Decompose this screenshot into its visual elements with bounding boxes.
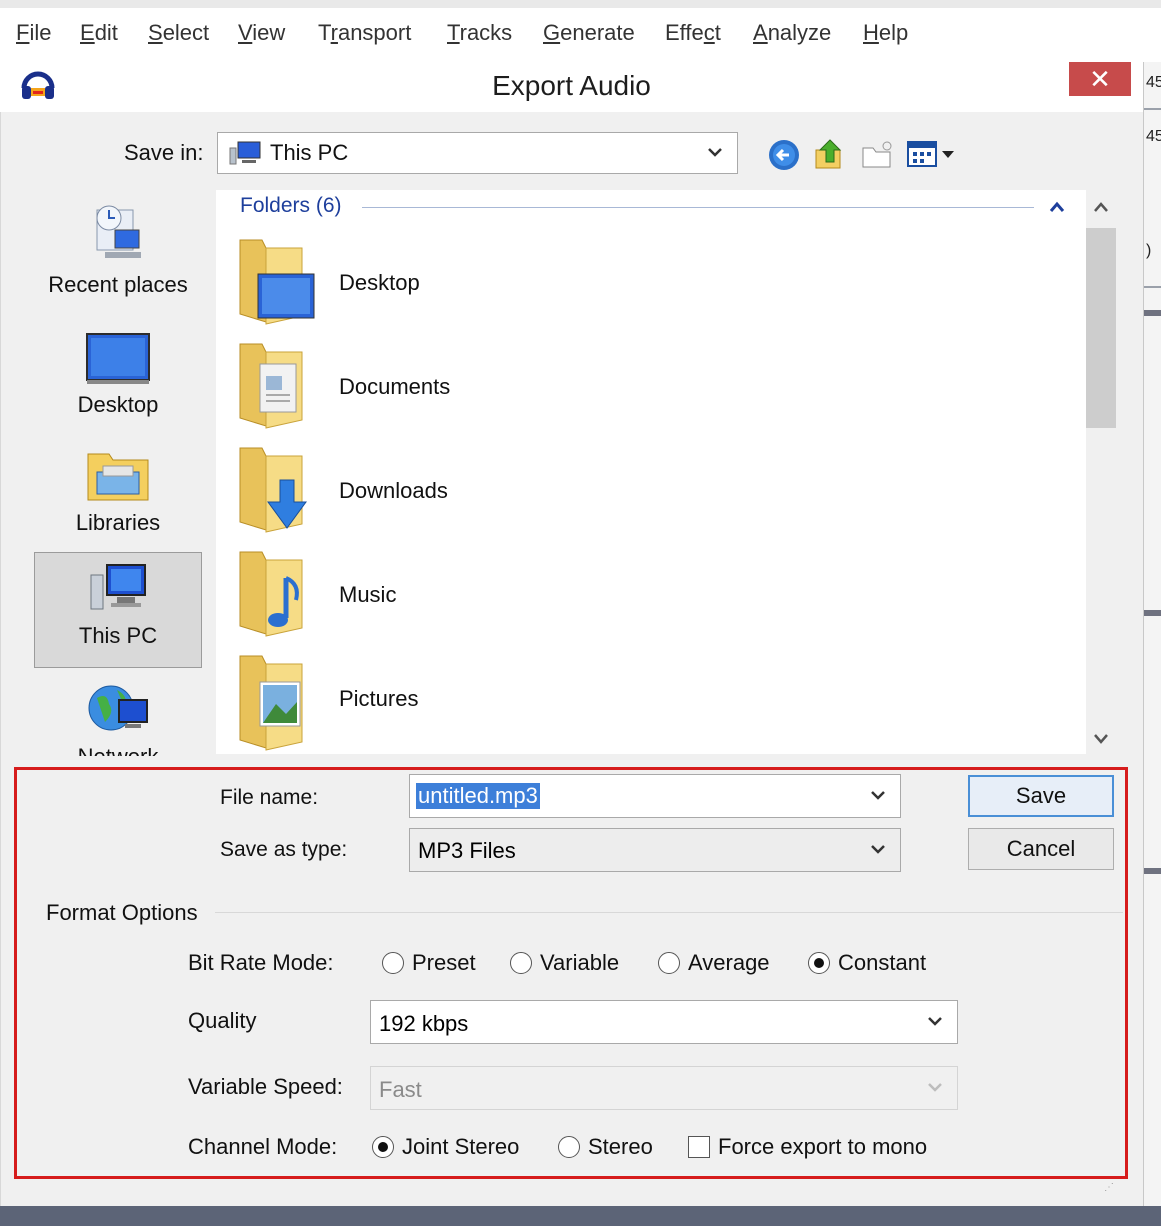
group-divider xyxy=(362,207,1034,208)
list-item[interactable] xyxy=(236,236,316,333)
documents-folder-icon xyxy=(236,343,316,436)
chevron-down-icon xyxy=(707,144,723,162)
computer-icon xyxy=(228,140,262,173)
time-readout-1: 45 xyxy=(1146,74,1161,91)
collapse-chevron-icon[interactable] xyxy=(1048,200,1066,218)
scroll-down-icon[interactable] xyxy=(1092,732,1110,750)
place-libraries[interactable]: Libraries xyxy=(34,444,202,536)
folder-name-pictures[interactable]: Pictures xyxy=(339,686,418,712)
menu-transport[interactable]: Transport xyxy=(318,20,411,46)
folders-group-header[interactable]: Folders (6) xyxy=(240,194,342,218)
menu-select[interactable]: Select xyxy=(148,20,209,46)
save-in-value: This PC xyxy=(270,140,349,165)
edge-text-3: ) xyxy=(1146,242,1152,259)
menu-help[interactable]: Help xyxy=(863,20,908,46)
list-item[interactable] xyxy=(236,548,316,645)
edge-divider xyxy=(1144,286,1161,288)
menu-analyze[interactable]: Analyze xyxy=(753,20,831,46)
places-bar: Recent places Desktop Libraries This PC … xyxy=(34,190,202,756)
app-background-edge: 45 45 ) xyxy=(1143,62,1161,1226)
back-icon[interactable] xyxy=(767,138,801,177)
list-item[interactable] xyxy=(236,444,316,541)
folder-name-downloads[interactable]: Downloads xyxy=(339,478,448,504)
network-label: Network xyxy=(34,744,202,756)
track-separator xyxy=(1144,310,1161,316)
menu-edit[interactable]: Edit xyxy=(80,20,118,46)
this-pc-label: This PC xyxy=(78,623,158,648)
scroll-up-icon[interactable] xyxy=(1092,200,1110,218)
view-menu-icon[interactable] xyxy=(906,140,958,173)
place-this-pc[interactable]: This PC xyxy=(34,552,202,668)
close-button[interactable]: ✕ xyxy=(1069,62,1131,96)
libraries-icon xyxy=(34,444,202,510)
track-separator xyxy=(1144,868,1161,874)
desktop-folder-icon xyxy=(236,239,316,332)
save-in-combo[interactable]: This PC xyxy=(217,132,738,174)
menu-bar: File Edit Select View Transport Tracks G… xyxy=(0,0,1161,62)
network-icon xyxy=(34,678,202,748)
list-item[interactable] xyxy=(236,652,316,757)
dialog-title: Export Audio xyxy=(492,70,651,101)
list-item[interactable] xyxy=(236,340,316,437)
time-readout-2: 45 xyxy=(1146,128,1161,145)
up-folder-icon[interactable] xyxy=(814,136,846,177)
pictures-folder-icon xyxy=(236,655,316,756)
place-desktop[interactable]: Desktop xyxy=(34,332,202,418)
desktop-icon xyxy=(34,332,202,392)
place-recent-places[interactable]: Recent places xyxy=(34,200,202,298)
resize-grip-icon[interactable]: ⋰ xyxy=(1104,1182,1115,1193)
new-folder-icon[interactable] xyxy=(860,140,894,175)
taskbar-band xyxy=(0,1206,1161,1226)
desktop-label: Desktop xyxy=(77,392,159,417)
menu-view[interactable]: View xyxy=(238,20,285,46)
folder-name-documents[interactable]: Documents xyxy=(339,374,450,400)
scrollbar-thumb[interactable] xyxy=(1086,228,1116,428)
menu-file[interactable]: File xyxy=(16,20,51,46)
downloads-folder-icon xyxy=(236,447,316,540)
place-network[interactable]: Network xyxy=(34,678,202,756)
menu-tracks[interactable]: Tracks xyxy=(447,20,512,46)
track-separator xyxy=(1144,610,1161,616)
libraries-label: Libraries xyxy=(75,510,161,535)
recent-places-icon xyxy=(34,200,202,272)
this-pc-icon xyxy=(35,553,201,623)
folder-name-music[interactable]: Music xyxy=(339,582,396,608)
menu-effect[interactable]: Effect xyxy=(665,20,721,46)
recent-places-label: Recent places xyxy=(48,272,188,297)
edge-divider xyxy=(1144,108,1161,110)
highlight-box xyxy=(14,767,1128,1179)
folder-name-desktop[interactable]: Desktop xyxy=(339,270,420,296)
save-in-label: Save in: xyxy=(124,140,204,165)
menu-generate[interactable]: Generate xyxy=(543,20,635,46)
music-folder-icon xyxy=(236,551,316,644)
